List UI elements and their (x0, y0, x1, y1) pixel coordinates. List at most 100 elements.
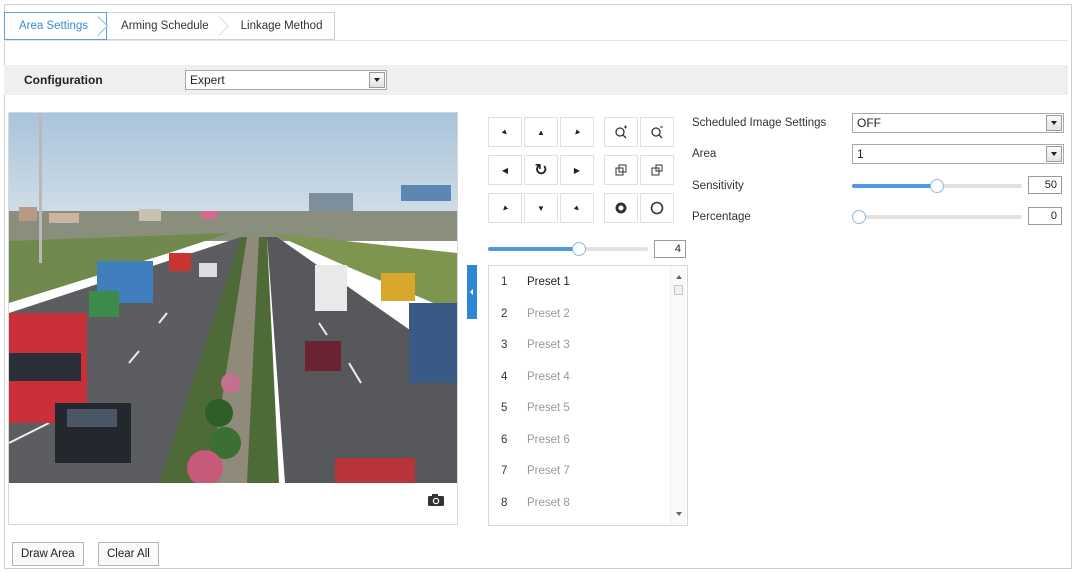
preset-item[interactable]: 4 Preset 4 (489, 362, 671, 393)
configuration-bar: Configuration Expert (4, 65, 1068, 95)
preset-item[interactable]: 8 Preset 8 (489, 488, 671, 519)
ptz-up-right-icon: ▼ (571, 126, 583, 138)
chevron-down-icon[interactable] (1046, 115, 1062, 131)
zoom-in-button[interactable] (604, 117, 638, 147)
ptz-up-icon: ▲ (537, 127, 545, 137)
area-label: Area (692, 148, 717, 160)
ptz-down-right-icon: ▼ (571, 202, 583, 214)
scroll-up-icon[interactable] (676, 275, 682, 279)
ptz-up-button[interactable]: ▲ (524, 117, 558, 147)
area-select[interactable]: 1 (852, 144, 1064, 164)
focus-far-button[interactable] (640, 155, 674, 185)
preset-number: 8 (501, 497, 508, 509)
tab-label: Arming Schedule (121, 20, 209, 32)
preset-name: Preset 1 (527, 276, 570, 288)
live-video-image[interactable] (9, 113, 457, 483)
divider (4, 40, 1068, 41)
preset-name: Preset 7 (527, 465, 570, 477)
scheduled-image-settings-label: Scheduled Image Settings (692, 117, 827, 129)
ptz-speed-slider[interactable] (488, 242, 648, 256)
preset-item[interactable]: 6 Preset 6 (489, 425, 671, 456)
scrollbar-thumb[interactable] (674, 285, 683, 295)
preset-item[interactable]: 5 Preset 5 (489, 393, 671, 424)
preset-number: 2 (501, 308, 508, 320)
auto-pan-icon: ↻ (534, 162, 548, 179)
preset-number: 7 (501, 465, 508, 477)
preset-name: Preset 8 (527, 497, 570, 509)
chevron-down-icon[interactable] (369, 72, 385, 88)
zoom-out-icon (651, 126, 663, 139)
preset-list-scrollbar[interactable] (670, 267, 686, 524)
chevron-down-icon[interactable] (1046, 146, 1062, 162)
iris-close-icon (650, 201, 664, 215)
zoom-out-button[interactable] (640, 117, 674, 147)
ptz-up-right-button[interactable]: ▼ (560, 117, 594, 147)
preset-name: Preset 3 (527, 339, 570, 351)
preset-name: Preset 4 (527, 371, 570, 383)
live-view-panel (8, 112, 458, 525)
tab-arming-schedule[interactable]: Arming Schedule (107, 13, 229, 39)
collapse-panel-handle[interactable] (467, 265, 477, 319)
ptz-right-button[interactable]: ▶ (560, 155, 594, 185)
clear-all-button[interactable]: Clear All (98, 542, 159, 566)
focus-near-button[interactable] (604, 155, 638, 185)
ptz-down-left-button[interactable]: ▼ (488, 193, 522, 223)
tab-area-settings[interactable]: Area Settings (4, 12, 108, 40)
configuration-select[interactable]: Expert (185, 70, 387, 90)
sensitivity-slider-fill (852, 184, 937, 188)
auto-pan-button[interactable]: ↻ (524, 155, 558, 185)
sensitivity-value[interactable]: 50 (1028, 176, 1062, 194)
percentage-value[interactable]: 0 (1028, 207, 1062, 225)
ptz-down-right-button[interactable]: ▼ (560, 193, 594, 223)
ptz-speed-value[interactable]: 4 (654, 240, 686, 258)
scroll-down-icon[interactable] (676, 512, 682, 516)
preset-item[interactable]: 7 Preset 7 (489, 456, 671, 487)
ptz-left-icon: ◀ (501, 165, 509, 175)
preset-item[interactable]: 3 Preset 3 (489, 330, 671, 361)
focus-far-icon (651, 164, 663, 176)
tab-label: Area Settings (19, 20, 89, 32)
tab-bar: Area Settings Arming Schedule Linkage Me… (4, 12, 336, 40)
scheduled-image-settings-value: OFF (857, 116, 881, 130)
preset-number: 3 (501, 339, 508, 351)
preset-list: 1 Preset 1 2 Preset 2 3 Preset 3 4 Preset 4 … (488, 265, 688, 526)
preset-name: Preset 5 (527, 402, 570, 414)
preset-number: 4 (501, 371, 508, 383)
ptz-speed-slider-fill (488, 247, 579, 251)
ptz-down-icon: ▼ (537, 203, 545, 213)
ptz-down-button[interactable]: ▼ (524, 193, 558, 223)
draw-area-button[interactable]: Draw Area (12, 542, 84, 566)
preset-number: 6 (501, 434, 508, 446)
iris-open-icon (615, 202, 627, 214)
area-value: 1 (857, 147, 864, 161)
preset-number: 5 (501, 402, 508, 414)
focus-near-icon (615, 164, 627, 176)
tab-separator (88, 16, 108, 36)
tab-linkage-method[interactable]: Linkage Method (227, 13, 335, 39)
percentage-label: Percentage (692, 211, 751, 223)
iris-close-button[interactable] (640, 193, 674, 223)
ptz-left-button[interactable]: ◀ (488, 155, 522, 185)
tab-label: Linkage Method (240, 20, 323, 32)
preset-name: Preset 2 (527, 308, 570, 320)
ptz-down-left-icon: ▼ (499, 202, 511, 214)
configuration-value: Expert (190, 73, 225, 87)
iris-open-button[interactable] (604, 193, 638, 223)
sensitivity-slider-handle[interactable] (930, 179, 944, 193)
preset-item[interactable]: 1 Preset 1 (489, 267, 671, 298)
tab-separator (208, 16, 229, 36)
ptz-speed-slider-handle[interactable] (572, 242, 586, 256)
percentage-slider[interactable] (852, 210, 1022, 224)
configuration-label: Configuration (24, 73, 103, 87)
zoom-in-icon (615, 125, 627, 139)
preset-name: Preset 6 (527, 434, 570, 446)
preset-item[interactable]: 2 Preset 2 (489, 299, 671, 330)
capture-camera-icon[interactable] (427, 493, 445, 507)
percentage-slider-handle[interactable] (852, 210, 866, 224)
scheduled-image-settings-select[interactable]: OFF (852, 113, 1064, 133)
ptz-up-left-button[interactable]: ▼ (488, 117, 522, 147)
ptz-up-left-icon: ▼ (499, 126, 511, 138)
sensitivity-slider[interactable] (852, 179, 1022, 193)
preset-number: 1 (501, 276, 508, 288)
sensitivity-label: Sensitivity (692, 180, 744, 192)
